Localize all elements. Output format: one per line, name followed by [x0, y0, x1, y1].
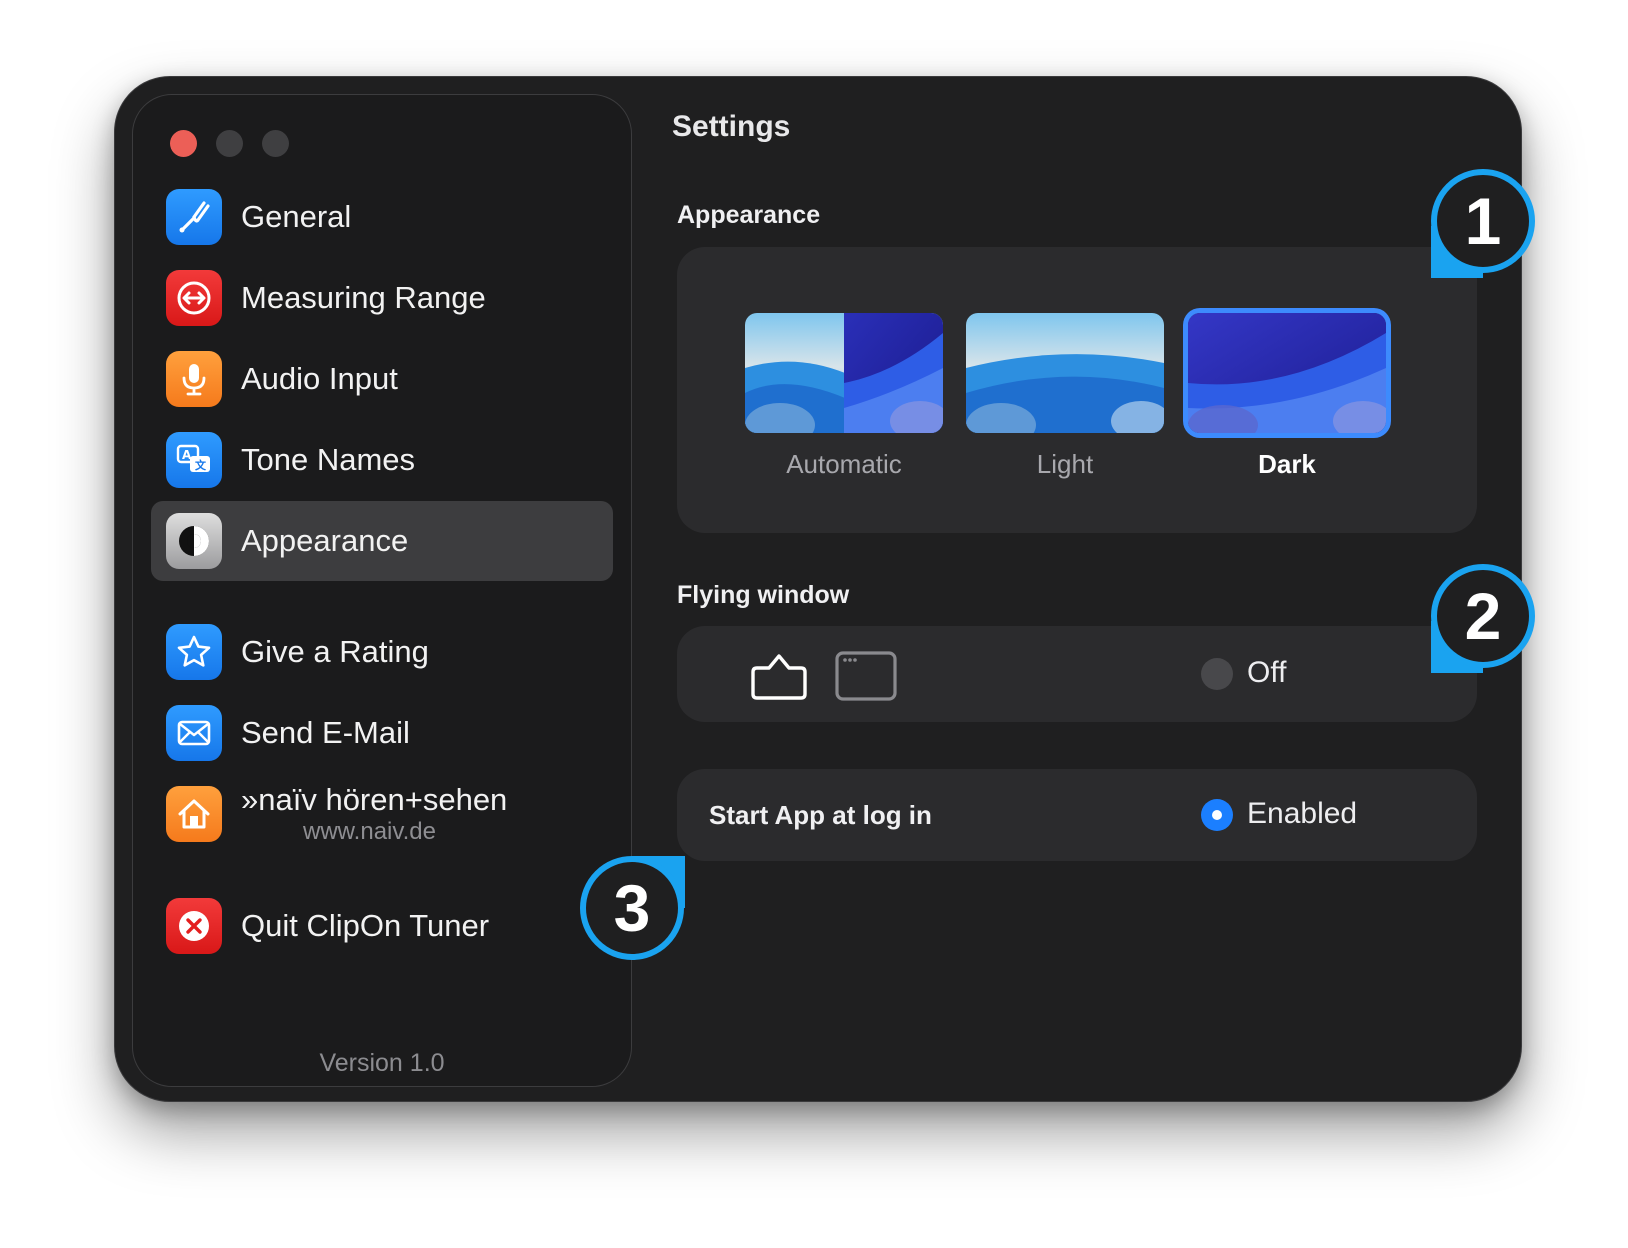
theme-option-dark[interactable]: Dark: [1188, 313, 1386, 480]
settings-window: General Measuring Range Audio Input A文 T…: [114, 76, 1522, 1102]
sidebar-item-general[interactable]: General: [151, 177, 613, 257]
sidebar-item-appearance[interactable]: Appearance: [151, 501, 613, 581]
home-icon: [166, 786, 222, 842]
sidebar-item-measuring-range[interactable]: Measuring Range: [151, 258, 613, 338]
close-window-button[interactable]: [170, 130, 197, 157]
sidebar-item-label: Quit ClipOn Tuner: [241, 908, 490, 943]
flying-window-status: Off: [1247, 656, 1287, 689]
version-label: Version 1.0: [319, 1049, 445, 1077]
close-circle-icon: [166, 898, 222, 954]
microphone-icon: [166, 351, 222, 407]
login-toggle[interactable]: [1201, 799, 1233, 831]
theme-option-automatic[interactable]: Automatic: [745, 313, 943, 480]
theme-label: Dark: [1258, 449, 1316, 479]
sidebar-item-sublabel: www.naiv.de: [303, 818, 436, 845]
sidebar-item-tone-names[interactable]: A文 Tone Names: [151, 420, 613, 500]
dark-wallpaper-thumbnail[interactable]: [1188, 313, 1386, 433]
flying-window-toggle[interactable]: [1201, 658, 1233, 690]
callout-badge-2: 2: [1431, 564, 1535, 668]
star-icon: [166, 624, 222, 680]
theme-label: Automatic: [786, 449, 902, 479]
automatic-wallpaper-thumbnail[interactable]: [745, 313, 943, 433]
sidebar-item-quit[interactable]: Quit ClipOn Tuner: [151, 886, 613, 966]
sidebar-item-label: Measuring Range: [241, 280, 486, 315]
sidebar-item-label: Audio Input: [241, 361, 398, 396]
theme-label: Light: [1036, 449, 1094, 479]
svg-text:文: 文: [195, 458, 207, 472]
translate-icon: A文: [166, 432, 222, 488]
sidebar-item-audio-input[interactable]: Audio Input: [151, 339, 613, 419]
appearance-icon: [166, 513, 222, 569]
maximize-window-button[interactable]: [262, 130, 289, 157]
sidebar-item-naiv[interactable]: »naïv hören+sehen www.naiv.de: [151, 774, 613, 868]
sidebar-item-label: Send E-Mail: [241, 715, 410, 750]
login-card: Start App at log in Enabled: [677, 769, 1477, 861]
login-status: Enabled: [1247, 797, 1358, 830]
sidebar-item-give-rating[interactable]: Give a Rating: [151, 612, 613, 692]
sidebar-item-label: Appearance: [241, 523, 409, 558]
sidebar-item-label: Give a Rating: [241, 634, 429, 669]
callout-badge-3: 3: [580, 856, 684, 960]
callout-badge-1: 1: [1431, 169, 1535, 273]
appearance-card: Automatic Light Dark: [677, 247, 1477, 533]
theme-option-light[interactable]: Light: [966, 313, 1164, 480]
tuning-fork-icon: [166, 189, 222, 245]
sidebar-item-send-email[interactable]: Send E-Mail: [151, 693, 613, 773]
envelope-icon: [166, 705, 222, 761]
sidebar-item-label: General: [241, 199, 352, 234]
flying-window-card: Off: [677, 626, 1477, 722]
page-title: Settings: [672, 110, 791, 143]
standard-window-icon[interactable]: [834, 650, 898, 702]
minimize-window-button[interactable]: [216, 130, 243, 157]
sidebar: General Measuring Range Audio Input A文 T…: [132, 94, 632, 1087]
flying-window-heading: Flying window: [677, 581, 850, 609]
login-label: Start App at log in: [709, 800, 932, 830]
appearance-heading: Appearance: [677, 201, 821, 229]
light-wallpaper-thumbnail[interactable]: [966, 313, 1164, 433]
range-arrows-icon: [166, 270, 222, 326]
sidebar-item-label: »naïv hören+sehen: [241, 782, 508, 817]
sidebar-item-label: Tone Names: [241, 442, 416, 477]
floating-window-icon[interactable]: [749, 650, 809, 702]
